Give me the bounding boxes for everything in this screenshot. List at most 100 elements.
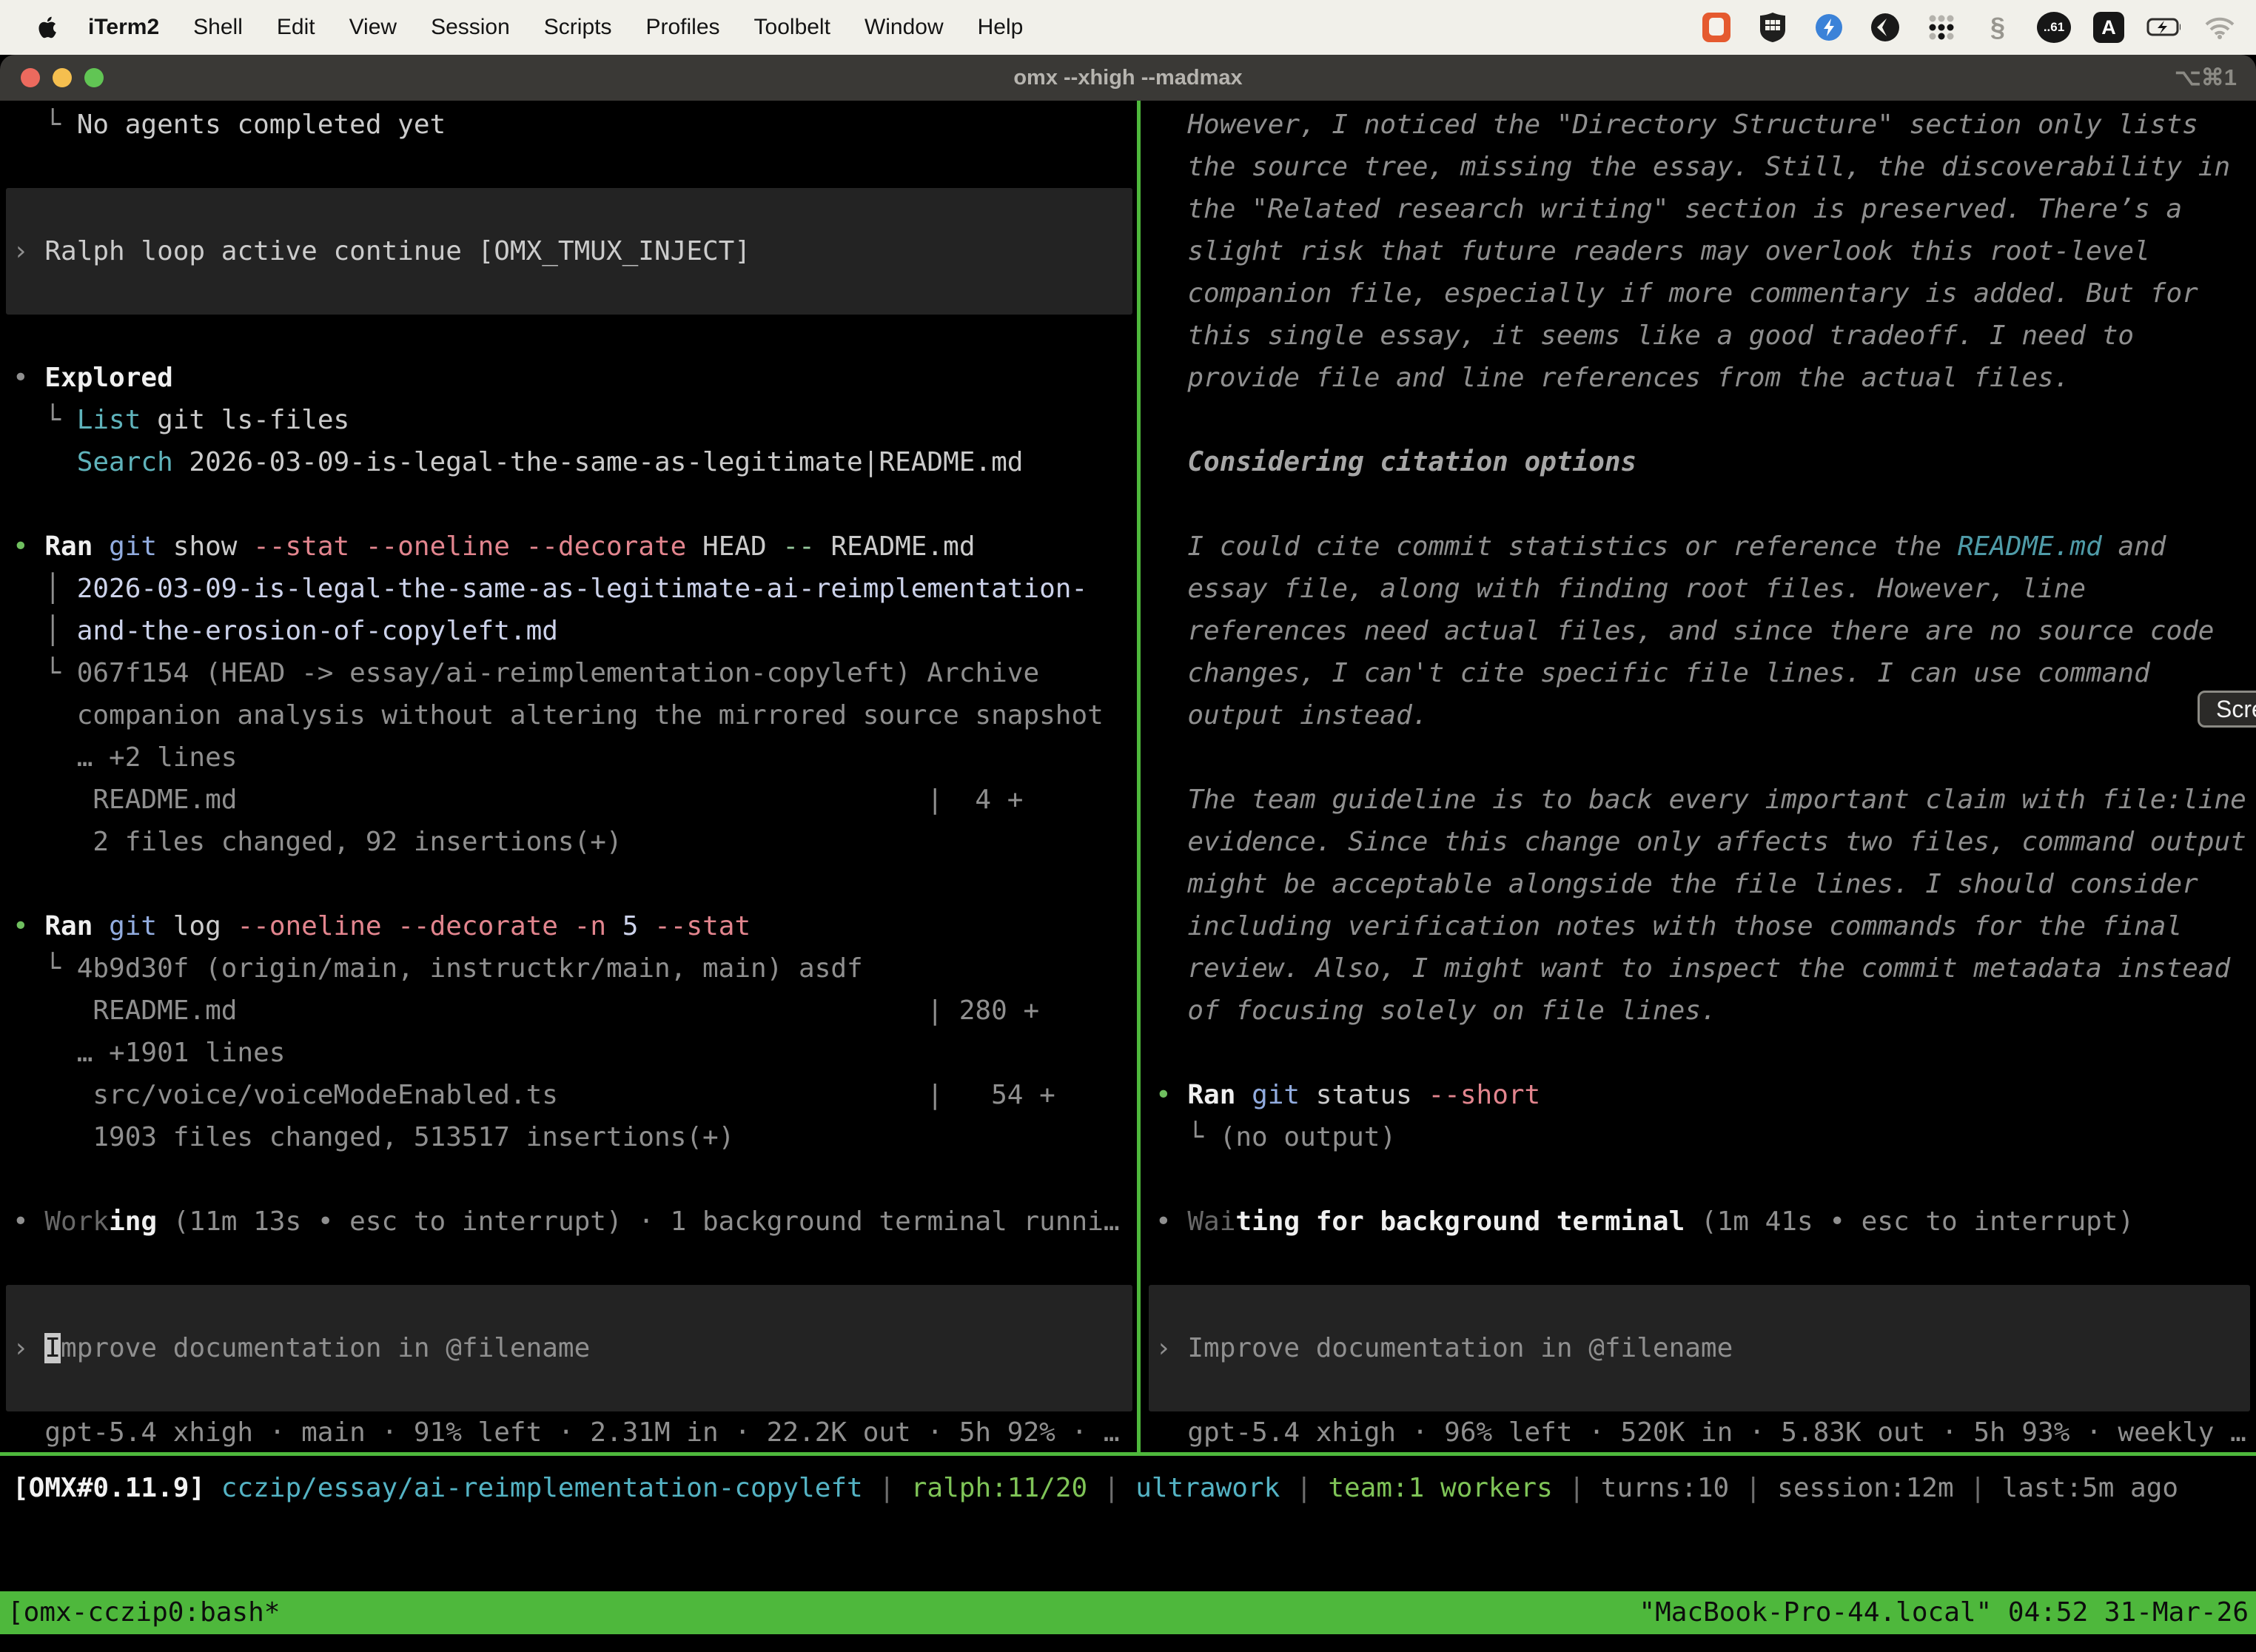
terminal-line — [13, 315, 1137, 357]
menu-status-icons: § ..61 A — [1699, 10, 2256, 44]
terminal-line: gpt-5.4 xhigh · main · 91% left · 2.31M … — [13, 1411, 1137, 1454]
menu-item-toolbelt[interactable]: Toolbelt — [737, 15, 847, 40]
window-title: omx --xhigh --madmax — [0, 55, 2256, 101]
omx-status-line: [OMX#0.11.9] cczip/essay/ai-reimplementa… — [0, 1467, 2256, 1509]
chat-app-icon[interactable] — [1699, 10, 1733, 44]
terminal-line: Considering citation options — [1155, 441, 2256, 483]
dots-grid-icon[interactable] — [1924, 10, 1958, 44]
terminal-line: the "Related research writing" section i… — [1155, 188, 2256, 230]
terminal-line: • Ran git show --stat --oneline --decora… — [13, 526, 1137, 568]
tmux-host-clock: "MacBook-Pro-44.local" 04:52 31-Mar-26 — [1639, 1591, 2249, 1634]
menu-item-scripts[interactable]: Scripts — [527, 15, 629, 40]
terminal-line: evidence. Since this change only affects… — [1155, 821, 2256, 863]
terminal-line — [13, 1369, 1137, 1411]
terminal-area[interactable]: └ No agents completed yet › Ralph loop a… — [0, 101, 2256, 1452]
keyboard-layout-icon[interactable]: A — [2093, 12, 2124, 43]
terminal-line: • Waiting for background terminal (1m 41… — [1155, 1201, 2256, 1243]
menu-item-help[interactable]: Help — [961, 15, 1041, 40]
terminal-line: companion analysis without altering the … — [13, 694, 1137, 736]
menu-items: ShellEditViewSessionScriptsProfilesToolb… — [176, 15, 1040, 40]
menu-item-session[interactable]: Session — [414, 15, 527, 40]
macos-menu-bar: iTerm2 ShellEditViewSessionScriptsProfil… — [0, 0, 2256, 55]
terminal-line: output instead. — [1155, 694, 2256, 736]
terminal-line: … +2 lines — [13, 736, 1137, 779]
terminal-line: README.md | 280 + — [13, 990, 1137, 1032]
terminal-line — [13, 863, 1137, 905]
tmux-status-bar: [omx-cczip0:bash* "MacBook-Pro-44.local"… — [0, 1591, 2256, 1634]
terminal-line: Search 2026-03-09-is-legal-the-same-as-l… — [13, 441, 1137, 483]
horizontal-pane-border — [0, 1452, 2256, 1456]
window-shortcut: ⌥⌘1 — [2175, 55, 2237, 101]
terminal-line: essay file, along with finding root file… — [1155, 568, 2256, 610]
window-title-bar[interactable]: omx --xhigh --madmax ⌥⌘1 — [0, 55, 2256, 101]
terminal-line: gpt-5.4 xhigh · 96% left · 520K in · 5.8… — [1155, 1411, 2256, 1454]
terminal-line — [13, 1158, 1137, 1201]
terminal-line: companion file, especially if more comme… — [1155, 272, 2256, 315]
terminal-line: the source tree, missing the essay. Stil… — [1155, 146, 2256, 188]
menu-item-view[interactable]: View — [332, 15, 414, 40]
terminal-line — [13, 483, 1137, 526]
terminal-line: 1903 files changed, 513517 insertions(+) — [13, 1116, 1137, 1158]
terminal-line: of focusing solely on file lines. — [1155, 990, 2256, 1032]
terminal-line: └ (no output) — [1155, 1116, 2256, 1158]
shield-app-icon[interactable] — [1756, 10, 1790, 44]
battery-icon[interactable] — [2146, 10, 2181, 44]
terminal-line: slight risk that future readers may over… — [1155, 230, 2256, 272]
terminal-line — [1155, 1032, 2256, 1074]
snake-app-icon[interactable]: § — [1981, 10, 2015, 44]
battery-percent-badge-icon[interactable]: ..61 — [2037, 12, 2071, 43]
terminal-line — [1155, 1243, 2256, 1285]
terminal-line: │ and-the-erosion-of-copyleft.md — [13, 610, 1137, 652]
terminal-line: › Improve documentation in @filename — [13, 1327, 1137, 1369]
terminal-line: review. Also, I might want to inspect th… — [1155, 947, 2256, 990]
left-pane[interactable]: └ No agents completed yet › Ralph loop a… — [0, 101, 1137, 1452]
media-app-icon[interactable] — [1868, 10, 1902, 44]
terminal-line: this single essay, it seems like a good … — [1155, 315, 2256, 357]
terminal-line: provide file and line references from th… — [1155, 357, 2256, 399]
menu-item-iterm2[interactable]: iTerm2 — [71, 15, 176, 40]
terminal-line: might be acceptable alongside the file l… — [1155, 863, 2256, 905]
terminal-line: including verification notes with those … — [1155, 905, 2256, 947]
terminal-line: └ 067f154 (HEAD -> essay/ai-reimplementa… — [13, 652, 1137, 694]
terminal-line: changes, I can't cite specific file line… — [1155, 652, 2256, 694]
terminal-line — [1155, 1158, 2256, 1201]
right-pane[interactable]: However, I noticed the "Directory Struct… — [1143, 101, 2256, 1452]
terminal-line: › Ralph loop active continue [OMX_TMUX_I… — [13, 230, 1137, 272]
terminal-line: README.md | 4 + — [13, 779, 1137, 821]
terminal-line — [13, 1243, 1137, 1285]
terminal-line — [1155, 1285, 2256, 1327]
tmux-session-label[interactable]: [omx-cczip0:bash* — [7, 1591, 280, 1634]
terminal-line — [13, 1285, 1137, 1327]
terminal-line — [1155, 736, 2256, 779]
menu-item-edit[interactable]: Edit — [260, 15, 332, 40]
apple-menu-icon[interactable] — [22, 16, 71, 39]
terminal-line: › Improve documentation in @filename — [1155, 1327, 2256, 1369]
menu-left: iTerm2 ShellEditViewSessionScriptsProfil… — [0, 15, 1040, 40]
terminal-line: references need actual files, and since … — [1155, 610, 2256, 652]
terminal-line — [1155, 399, 2256, 441]
screen-tooltip: Scre — [2198, 691, 2256, 728]
terminal-line: [OMX#0.11.9] cczip/essay/ai-reimplementa… — [13, 1467, 2256, 1509]
terminal-line: … +1901 lines — [13, 1032, 1137, 1074]
terminal-line — [13, 188, 1137, 230]
terminal-line: └ List git ls-files — [13, 399, 1137, 441]
terminal-line: However, I noticed the "Directory Struct… — [1155, 104, 2256, 146]
terminal-line — [13, 146, 1137, 188]
terminal-line: 2 files changed, 92 insertions(+) — [13, 821, 1137, 863]
menu-item-profiles[interactable]: Profiles — [628, 15, 736, 40]
navigator-app-icon[interactable] — [1812, 10, 1846, 44]
terminal-line: The team guideline is to back every impo… — [1155, 779, 2256, 821]
menu-item-shell[interactable]: Shell — [176, 15, 260, 40]
pane-divider[interactable] — [1137, 101, 1141, 1452]
menu-item-window[interactable]: Window — [847, 15, 961, 40]
terminal-line: src/voice/voiceModeEnabled.ts | 54 + — [13, 1074, 1137, 1116]
terminal-line — [1155, 483, 2256, 526]
terminal-line: └ 4b9d30f (origin/main, instructkr/main,… — [13, 947, 1137, 990]
terminal-line: └ No agents completed yet — [13, 104, 1137, 146]
terminal-line — [13, 272, 1137, 315]
terminal-line: │ 2026-03-09-is-legal-the-same-as-legiti… — [13, 568, 1137, 610]
terminal-line: • Explored — [13, 357, 1137, 399]
terminal-line: • Ran git status --short — [1155, 1074, 2256, 1116]
wifi-icon[interactable] — [2203, 10, 2237, 44]
terminal-line — [1155, 1369, 2256, 1411]
